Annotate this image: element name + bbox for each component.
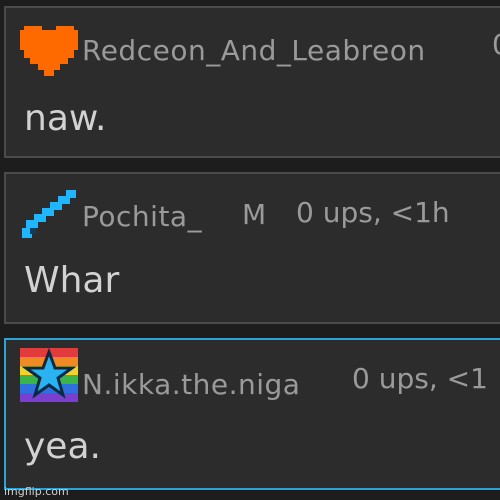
comment-card-highlighted: N.ikka.the.niga 0 ups, <1 yea. (4, 338, 500, 490)
comment-meta: 0 (492, 28, 500, 61)
watermark: imgflip.com (4, 485, 69, 498)
comment-text: Whar (24, 260, 120, 301)
orange-heart-icon[interactable] (20, 22, 78, 76)
comment-text: naw. (24, 98, 107, 139)
blue-sword-icon[interactable] (20, 188, 78, 242)
comment-username[interactable]: N.ikka.the.niga (82, 368, 300, 401)
mod-badge: M (242, 198, 267, 231)
comment-username[interactable]: Pochita_ (82, 200, 202, 233)
comment-meta: 0 ups, <1h (296, 196, 450, 229)
comment-username[interactable]: Redceon_And_Leabreon (82, 34, 426, 67)
rainbow-star-icon[interactable] (20, 347, 78, 402)
comments-page: Redceon_And_Leabreon 0 naw. Po (0, 0, 500, 500)
comment-text: yea. (24, 426, 101, 467)
comment-meta: 0 ups, <1 (352, 362, 488, 395)
comment-card: Redceon_And_Leabreon 0 naw. (4, 6, 500, 158)
comment-card: Pochita_ M 0 ups, <1h Whar (4, 172, 500, 324)
